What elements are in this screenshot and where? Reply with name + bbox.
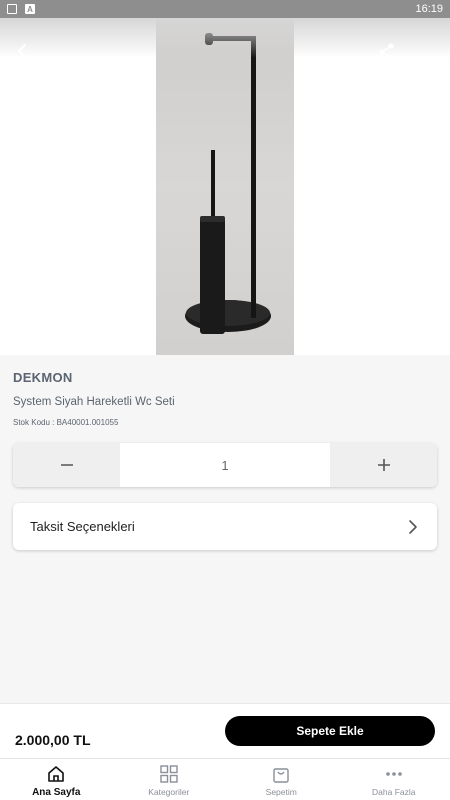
chevron-right-icon [409, 519, 417, 534]
tab-more[interactable]: Daha Fazla [338, 759, 450, 800]
decrease-quantity-button[interactable] [13, 443, 120, 487]
plus-icon [377, 459, 390, 471]
status-time: 16:19 [415, 3, 443, 15]
status-bar: A 16:19 [0, 0, 450, 18]
bottom-navigation: Ana Sayfa Kategoriler Sepetim Daha Fazla [0, 758, 450, 800]
more-icon [385, 772, 402, 776]
share-icon [379, 43, 394, 61]
tab-cart[interactable]: Sepetim [225, 759, 338, 800]
grid-icon [160, 765, 178, 783]
installment-options-label: Taksit Seçenekleri [30, 519, 135, 534]
add-to-cart-button[interactable]: Sepete Ekle [225, 716, 435, 746]
product-illustration [185, 33, 271, 334]
tab-home-label: Ana Sayfa [32, 787, 81, 798]
quantity-stepper: 1 [13, 443, 437, 487]
purchase-bar: 2.000,00 TL Sepete Ekle [0, 703, 450, 758]
increase-quantity-button[interactable] [330, 443, 437, 487]
tab-categories[interactable]: Kategoriler [113, 759, 226, 800]
status-icons: A [7, 4, 35, 14]
quantity-value[interactable]: 1 [120, 443, 330, 487]
product-image-area [0, 18, 450, 355]
product-price: 2.000,00 TL [15, 732, 91, 748]
minus-icon [60, 464, 73, 466]
product-brand[interactable]: DEKMON [13, 370, 73, 385]
tab-cart-label: Sepetim [265, 787, 297, 797]
image-icon [7, 4, 17, 14]
product-name: System Siyah Hareketli Wc Seti [13, 396, 175, 408]
a-icon: A [25, 4, 35, 14]
product-image[interactable] [156, 18, 294, 355]
product-sku: Stok Kodu : BA40001.001055 [13, 418, 119, 427]
back-button[interactable] [12, 40, 34, 62]
tab-home[interactable]: Ana Sayfa [0, 759, 113, 800]
tab-categories-label: Kategoriler [148, 787, 190, 797]
share-button[interactable] [377, 42, 397, 62]
tab-more-label: Daha Fazla [372, 787, 416, 797]
chevron-left-icon [18, 44, 26, 58]
bag-icon [273, 768, 289, 783]
home-icon [48, 766, 65, 782]
installment-options-button[interactable]: Taksit Seçenekleri [13, 503, 437, 550]
